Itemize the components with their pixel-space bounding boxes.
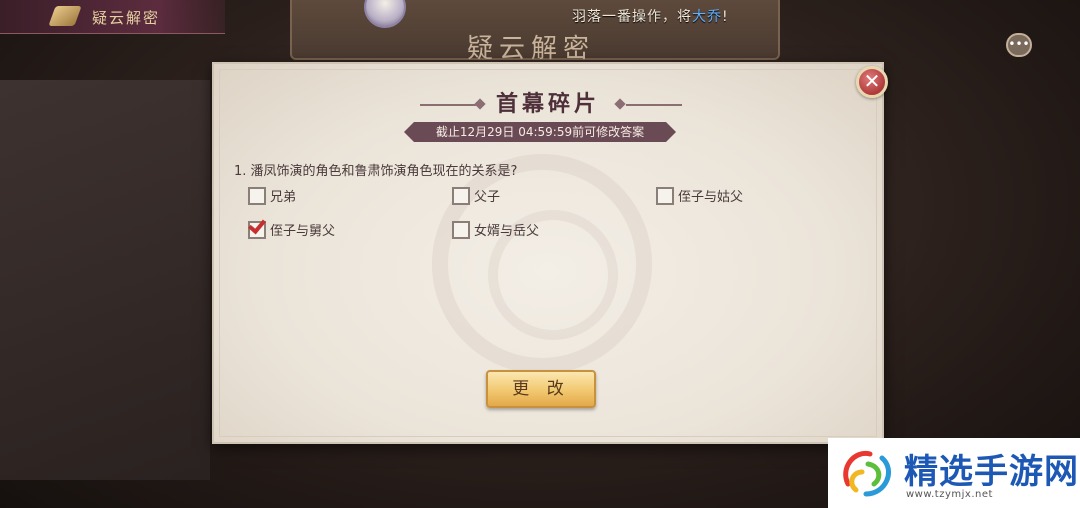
option-checkbox[interactable] [248,215,266,239]
background-board-title: 疑云解密 [467,34,596,64]
broadcast-ticker: 羽落一番操作，将大乔! [572,6,729,26]
dialog-title: 首幕碎片 [495,92,600,117]
option-checkbox[interactable] [452,186,470,205]
option-label: 父子 [474,190,501,205]
option-4[interactable]: 侄子与舅父 [248,215,336,239]
logo-text: 精选手游网 [904,452,1079,492]
option-1[interactable]: 兄弟 [248,186,296,205]
checkmark-icon [248,215,266,234]
option-checkbox[interactable] [656,186,674,205]
ticker-text: 羽落一番操作，将 [572,9,692,25]
option-label: 女婿与岳父 [474,224,540,239]
event-tab[interactable]: 疑云解密 [0,0,225,34]
event-emblem-icon [48,6,82,26]
deadline-banner: 截止12月29日 04:59:59前可修改答案 [404,122,676,142]
option-label: 侄子与舅父 [270,224,336,239]
chat-icon[interactable]: ••• [1006,33,1032,57]
background-paper [0,80,210,480]
question-text: 1. 潘凤饰演的角色和鲁肃饰演角色现在的关系是? [234,164,518,179]
option-checkbox[interactable] [452,220,470,239]
ticker-highlight: 大乔 [692,9,722,25]
option-5[interactable]: 女婿与岳父 [452,220,539,239]
option-label: 侄子与姑父 [678,190,744,205]
change-button[interactable]: 更 改 [486,370,596,408]
option-3[interactable]: 侄子与姑父 [656,186,743,205]
logo-url: www.tzymjx.net [906,489,993,500]
option-checkbox[interactable] [248,186,266,205]
title-row: 首幕碎片 [214,86,882,118]
option-2[interactable]: 父子 [452,186,500,205]
site-logo: 精选手游网 www.tzymjx.net [828,438,1080,508]
option-label: 兄弟 [270,190,297,205]
event-tab-title: 疑云解密 [92,9,161,27]
quiz-dialog: ✕ 首幕碎片 截止12月29日 04:59:59前可修改答案 1. 潘凤饰演的角… [212,62,888,444]
ticker-suffix: ! [722,9,729,25]
title-ornament-right [626,104,682,106]
logo-swirl-icon [843,450,892,497]
